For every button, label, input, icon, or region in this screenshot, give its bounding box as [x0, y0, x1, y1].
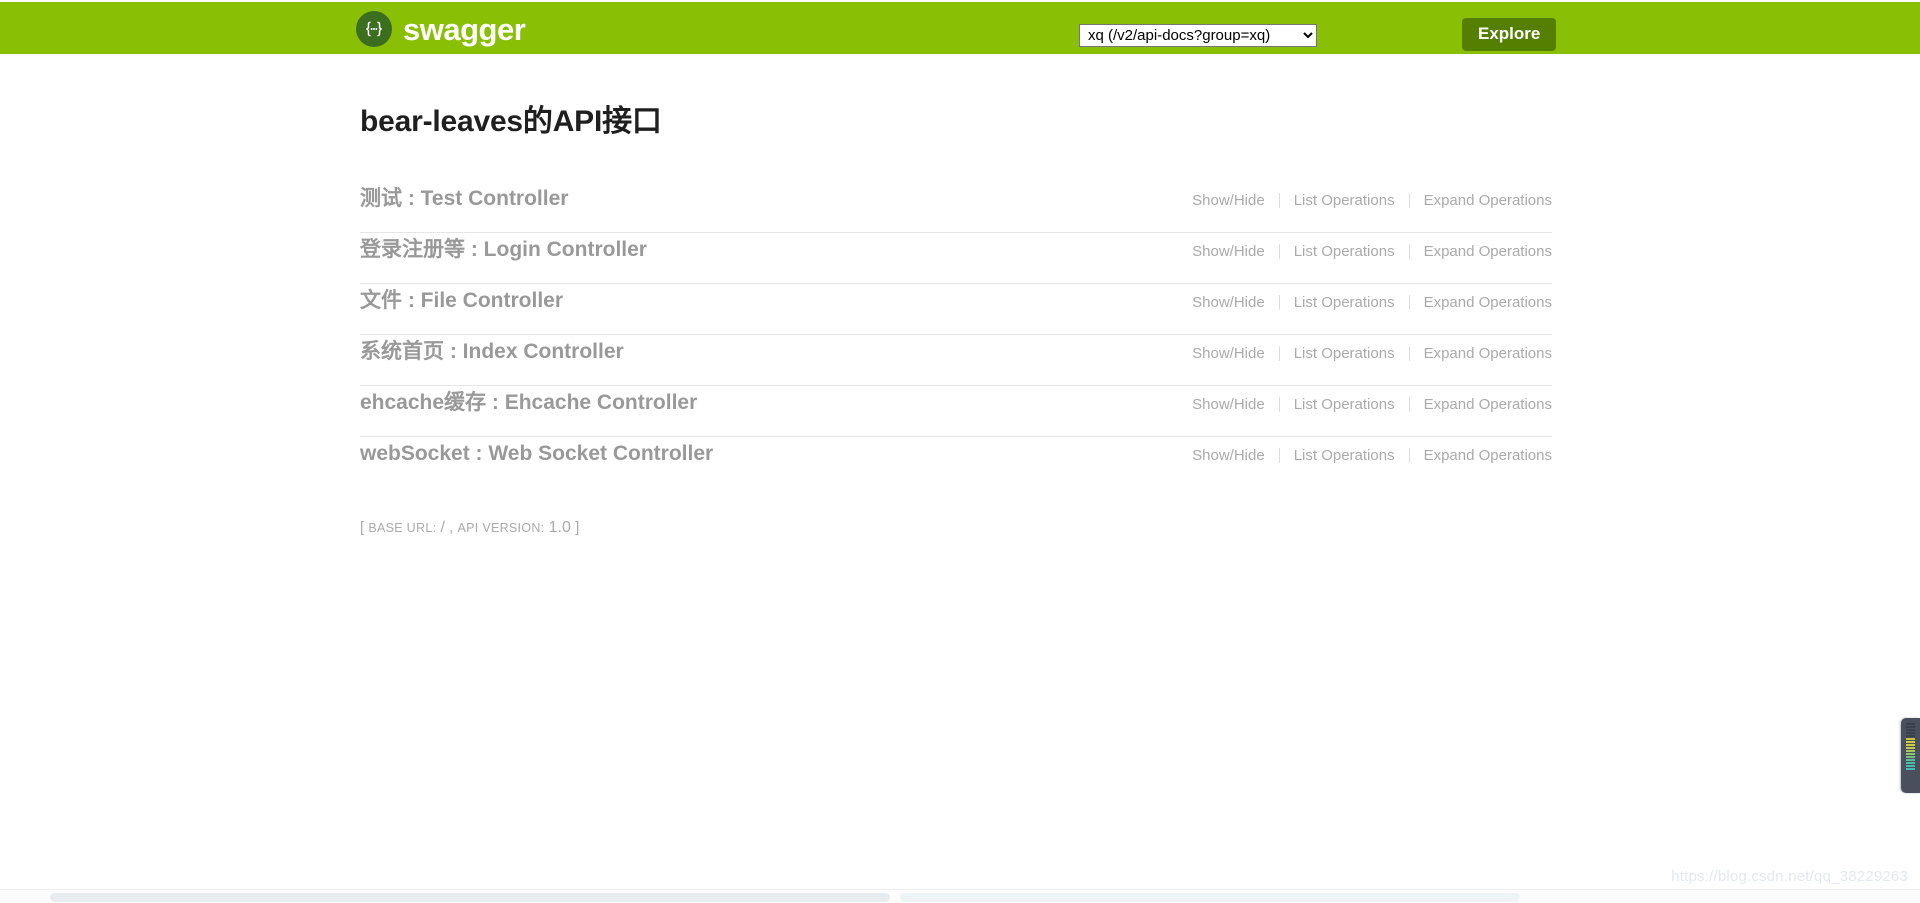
api-info-comma: ,: [449, 519, 454, 536]
show-hide-link[interactable]: Show/Hide: [1178, 346, 1279, 361]
swagger-ui-page: swagger xq (/v2/api-docs?group=xq) Explo…: [0, 0, 1920, 903]
list-operations-link[interactable]: List Operations: [1280, 193, 1409, 208]
meter-segment: [1906, 756, 1915, 758]
base-url-label: BASE URL:: [368, 521, 437, 535]
api-info-close-bracket: ]: [575, 519, 580, 536]
meter-segment: [1906, 735, 1915, 737]
resource-title[interactable]: 测试 : Test Controller: [360, 182, 568, 212]
show-hide-link[interactable]: Show/Hide: [1178, 397, 1279, 412]
meter-segment: [1906, 759, 1915, 761]
list-operations-link[interactable]: List Operations: [1280, 244, 1409, 259]
expand-operations-link[interactable]: Expand Operations: [1410, 193, 1552, 208]
meter-segment: [1906, 744, 1915, 746]
meter-segment: [1906, 747, 1915, 749]
show-hide-link[interactable]: Show/Hide: [1178, 244, 1279, 259]
resource-title[interactable]: webSocket : Web Socket Controller: [360, 437, 713, 467]
show-hide-link[interactable]: Show/Hide: [1178, 448, 1279, 463]
meter-segment: [1906, 768, 1915, 770]
horizontal-scrollbar-thumb[interactable]: [50, 893, 890, 902]
expand-operations-link[interactable]: Expand Operations: [1410, 346, 1552, 361]
resource-row: 测试 : Test Controller Show/Hide List Oper…: [360, 182, 1552, 233]
api-version-label: API VERSION:: [457, 521, 545, 535]
resource-options: Show/Hide List Operations Expand Operati…: [1178, 388, 1552, 412]
meter-segment: [1906, 741, 1915, 743]
meter-segment: [1906, 765, 1915, 767]
audio-level-meter[interactable]: [1901, 718, 1920, 793]
resource-title[interactable]: 文件 : File Controller: [360, 284, 563, 314]
show-hide-link[interactable]: Show/Hide: [1178, 193, 1279, 208]
meter-segment: [1906, 753, 1915, 755]
list-operations-link[interactable]: List Operations: [1280, 346, 1409, 361]
list-operations-link[interactable]: List Operations: [1280, 397, 1409, 412]
explore-button[interactable]: Explore: [1462, 18, 1557, 51]
meter-segment: [1906, 729, 1915, 731]
list-operations-link[interactable]: List Operations: [1280, 295, 1409, 310]
resource-title[interactable]: 系统首页 : Index Controller: [360, 335, 624, 365]
resource-row: ehcache缓存 : Ehcache Controller Show/Hide…: [360, 386, 1552, 437]
list-operations-link[interactable]: List Operations: [1280, 448, 1409, 463]
meter-segment: [1906, 762, 1915, 764]
resource-row: 登录注册等 : Login Controller Show/Hide List …: [360, 233, 1552, 284]
resource-options: Show/Hide List Operations Expand Operati…: [1178, 439, 1552, 463]
show-hide-link[interactable]: Show/Hide: [1178, 295, 1279, 310]
expand-operations-link[interactable]: Expand Operations: [1410, 295, 1552, 310]
meter-segment: [1906, 723, 1915, 725]
resource-row: webSocket : Web Socket Controller Show/H…: [360, 437, 1552, 488]
meter-segment: [1906, 726, 1915, 728]
swagger-brand-name: swagger: [403, 11, 526, 47]
meter-segment: [1906, 738, 1915, 740]
swagger-header-bar: swagger xq (/v2/api-docs?group=xq) Explo…: [0, 2, 1920, 54]
resource-list: 测试 : Test Controller Show/Hide List Oper…: [360, 182, 1552, 488]
api-docs-select[interactable]: xq (/v2/api-docs?group=xq): [1079, 24, 1317, 47]
watermark-text: https://blog.csdn.net/qq_38229263: [1671, 868, 1908, 885]
expand-operations-link[interactable]: Expand Operations: [1410, 448, 1552, 463]
meter-segment: [1906, 732, 1915, 734]
resource-title[interactable]: ehcache缓存 : Ehcache Controller: [360, 386, 697, 416]
swagger-braces-icon: [356, 11, 392, 47]
api-info-open-bracket: [: [360, 519, 365, 536]
page-title: bear-leaves的API接口: [360, 105, 662, 138]
expand-operations-link[interactable]: Expand Operations: [1410, 244, 1552, 259]
horizontal-scrollbar-track-segment[interactable]: [900, 893, 1520, 902]
api-version-value: 1.0: [548, 519, 571, 536]
main-content: bear-leaves的API接口 测试 : Test Controller S…: [360, 54, 1552, 539]
resource-options: Show/Hide List Operations Expand Operati…: [1178, 184, 1552, 208]
swagger-logo-link[interactable]: swagger: [356, 11, 526, 47]
resource-options: Show/Hide List Operations Expand Operati…: [1178, 235, 1552, 259]
horizontal-scrollbar[interactable]: [0, 889, 1920, 903]
api-info-footer: [ BASE URL: / , API VERSION: 1.0 ]: [360, 517, 1552, 539]
expand-operations-link[interactable]: Expand Operations: [1410, 397, 1552, 412]
resource-row: 文件 : File Controller Show/Hide List Oper…: [360, 284, 1552, 335]
resource-options: Show/Hide List Operations Expand Operati…: [1178, 337, 1552, 361]
meter-segment: [1906, 750, 1915, 752]
resource-title[interactable]: 登录注册等 : Login Controller: [360, 233, 647, 263]
resource-row: 系统首页 : Index Controller Show/Hide List O…: [360, 335, 1552, 386]
resource-options: Show/Hide List Operations Expand Operati…: [1178, 286, 1552, 310]
base-url-value: /: [440, 519, 445, 536]
